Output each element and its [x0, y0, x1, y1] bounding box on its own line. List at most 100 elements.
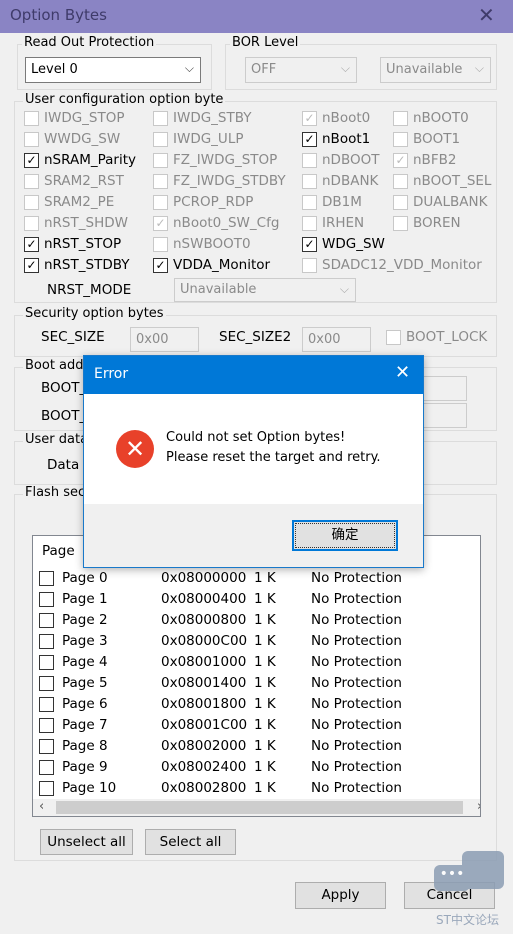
nrst-mode-select[interactable]: Unavailable ⌵ — [174, 278, 356, 302]
table-row[interactable]: Page 5 0x08001400 1 K No Protection — [33, 673, 458, 694]
chevron-right-icon[interactable]: › — [477, 799, 480, 814]
checkbox-box — [24, 194, 39, 210]
checkbox-boot1[interactable]: BOOT1 — [393, 131, 460, 147]
checkbox-fz-iwdg-stop[interactable]: FZ_IWDG_STOP — [153, 152, 277, 168]
checkbox-box — [24, 215, 39, 231]
row-checkbox[interactable] — [39, 613, 54, 628]
checkbox-sram2-rst[interactable]: SRAM2_RST — [24, 173, 124, 189]
column-header-page[interactable]: Page — [42, 543, 75, 559]
cell: 0x08002400 — [161, 759, 247, 775]
checkbox-nrst-stdby[interactable]: ✓ nRST_STDBY — [24, 257, 129, 273]
checkbox-nboot1[interactable]: ✓ nBoot1 — [302, 131, 370, 147]
cell: 0x08002000 — [161, 738, 247, 754]
checkbox-nrst-shdw[interactable]: nRST_SHDW — [24, 215, 128, 231]
checkbox-ndbank[interactable]: nDBANK — [302, 173, 378, 189]
scroll-thumb[interactable] — [56, 801, 463, 814]
unselect-all-button[interactable]: Unselect all — [40, 829, 133, 855]
title-bar: Option Bytes ✕ — [0, 0, 513, 33]
checkbox-db1m[interactable]: DB1M — [302, 194, 362, 210]
row-checkbox[interactable] — [39, 676, 54, 691]
dialog-title: Error — [94, 366, 129, 382]
row-checkbox[interactable] — [39, 760, 54, 775]
checkbox-iwdg-stby[interactable]: IWDG_STBY — [153, 110, 252, 126]
checkbox-label: nBoot1 — [322, 131, 371, 147]
checkbox-ndboot[interactable]: nDBOOT — [302, 152, 379, 168]
bor-select[interactable]: OFF ⌵ — [245, 57, 357, 83]
cell: 0x08000C00 — [161, 633, 248, 649]
table-row[interactable]: Page 2 0x08000800 1 K No Protection — [33, 610, 458, 631]
close-icon[interactable]: ✕ — [478, 3, 495, 27]
boot0-field[interactable] — [420, 376, 467, 401]
checkbox-nboot-sel[interactable]: nBOOT_SEL — [393, 173, 491, 189]
row-checkbox[interactable] — [39, 697, 54, 712]
row-checkbox[interactable] — [39, 634, 54, 649]
checkbox-label: IWDG_STBY — [173, 110, 252, 126]
select-all-button[interactable]: Select all — [145, 829, 236, 855]
checkbox-boren[interactable]: BOREN — [393, 215, 461, 231]
checkbox-box: ✓ — [153, 215, 168, 231]
table-row[interactable]: Page 6 0x08001800 1 K No Protection — [33, 694, 458, 715]
checkbox-dualbank[interactable]: DUALBANK — [393, 194, 487, 210]
row-checkbox[interactable] — [39, 571, 54, 586]
checkbox-nrst-stop[interactable]: ✓ nRST_STOP — [24, 236, 121, 252]
boot1-field[interactable] — [420, 403, 467, 428]
bor-select-2[interactable]: Unavailable ⌵ — [380, 57, 491, 83]
rop-select[interactable]: Level 0 ⌵ — [25, 57, 201, 83]
table-row[interactable]: Page 10 0x08002800 1 K No Protection — [33, 778, 458, 799]
watermark: ST中文论坛 — [436, 913, 499, 927]
checkbox-iwdg-stop[interactable]: IWDG_STOP — [24, 110, 125, 126]
checkbox-wdg-sw[interactable]: ✓ WDG_SW — [302, 236, 385, 252]
table-row[interactable]: Page 4 0x08001000 1 K No Protection — [33, 652, 458, 673]
cell: Page 2 — [62, 612, 108, 628]
chevron-left-icon[interactable]: ‹ — [39, 799, 44, 814]
close-icon[interactable]: ✕ — [395, 362, 410, 383]
boot-lock-checkbox[interactable]: BOOT_LOCK — [386, 329, 487, 345]
row-checkbox[interactable] — [39, 592, 54, 607]
sec-size2-field[interactable]: 0x00 — [302, 327, 371, 352]
checkbox-box: ✓ — [153, 257, 168, 273]
table-row[interactable]: Page 8 0x08002000 1 K No Protection — [33, 736, 458, 757]
checkbox-label: FZ_IWDG_STOP — [173, 152, 278, 168]
checkbox-nboot0[interactable]: nBOOT0 — [393, 110, 469, 126]
table-row[interactable]: Page 0 0x08000000 1 K No Protection — [33, 568, 458, 589]
checkbox-label: nBFB2 — [413, 152, 457, 168]
checkbox-irhen[interactable]: IRHEN — [302, 215, 364, 231]
checkbox-nbfb2[interactable]: ✓ nBFB2 — [393, 152, 456, 168]
cell: No Protection — [311, 738, 402, 754]
checkbox-nboot0[interactable]: ✓ nBoot0 — [302, 110, 370, 126]
apply-button[interactable]: Apply — [295, 882, 386, 909]
cell: 0x08000400 — [161, 591, 247, 607]
cell: 0x08001800 — [161, 696, 247, 712]
cell: Page 7 — [62, 717, 108, 733]
checkbox-iwdg-ulp[interactable]: IWDG_ULP — [153, 131, 243, 147]
checkbox-box — [24, 110, 39, 126]
row-checkbox[interactable] — [39, 655, 54, 670]
checkbox-box — [153, 110, 168, 126]
table-row[interactable]: Page 1 0x08000400 1 K No Protection — [33, 589, 458, 610]
checkbox-sram2-pe[interactable]: SRAM2_PE — [24, 194, 114, 210]
checkbox-vdda-monitor[interactable]: ✓ VDDA_Monitor — [153, 257, 270, 273]
sec-size-field[interactable]: 0x00 — [130, 327, 199, 352]
flash-page-list[interactable]: Page Page 0 0x08000000 1 K No Protection Pag… — [32, 535, 481, 817]
checkbox-nboot0-sw-cfg[interactable]: ✓ nBoot0_SW_Cfg — [153, 215, 279, 231]
row-checkbox[interactable] — [39, 781, 54, 796]
checkbox-label: DUALBANK — [413, 194, 488, 210]
horizontal-scrollbar[interactable]: ‹ › — [33, 799, 480, 816]
checkbox-box — [153, 236, 168, 252]
table-row[interactable]: Page 9 0x08002400 1 K No Protection — [33, 757, 458, 778]
row-checkbox[interactable] — [39, 718, 54, 733]
checkbox-box — [153, 194, 168, 210]
row-checkbox[interactable] — [39, 739, 54, 754]
checkbox-pcrop-rdp[interactable]: PCROP_RDP — [153, 194, 253, 210]
checkbox-nswboot0[interactable]: nSWBOOT0 — [153, 236, 251, 252]
checkbox-nsram-parity[interactable]: ✓ nSRAM_Parity — [24, 152, 136, 168]
cell: 0x08002800 — [161, 780, 247, 796]
checkbox-box — [153, 131, 168, 147]
cell: Page 10 — [62, 780, 117, 796]
checkbox-wwdg-sw[interactable]: WWDG_SW — [24, 131, 120, 147]
table-row[interactable]: Page 7 0x08001C00 1 K No Protection — [33, 715, 458, 736]
ok-button[interactable]: 确定 — [292, 520, 398, 551]
table-row[interactable]: Page 3 0x08000C00 1 K No Protection — [33, 631, 458, 652]
checkbox-fz-iwdg-stdby[interactable]: FZ_IWDG_STDBY — [153, 173, 286, 189]
checkbox-sdadc12-vdd-monitor[interactable]: SDADC12_VDD_Monitor — [302, 257, 482, 273]
